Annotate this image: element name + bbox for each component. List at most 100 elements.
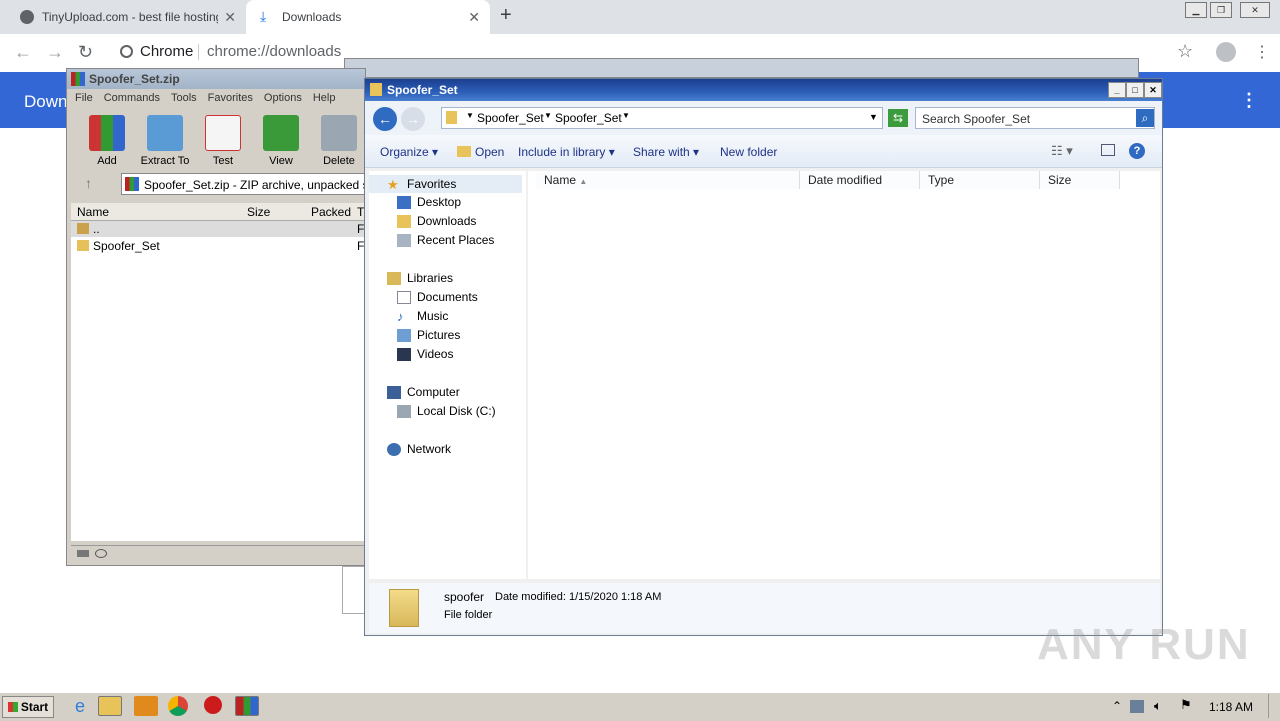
nav-local-disk[interactable]: Local Disk (C:) (397, 404, 496, 418)
address-field[interactable]: ▼ Spoofer_Set ▼ Spoofer_Set ▼ ▼ (441, 107, 883, 129)
nav-documents[interactable]: Documents (397, 290, 478, 304)
share-label: Share with (633, 145, 690, 159)
add-button[interactable]: Add (79, 115, 135, 167)
column-date-modified[interactable]: Date modified (800, 171, 920, 189)
include-in-library-button[interactable]: Include in library ▾ (518, 145, 615, 159)
column-name[interactable]: Name ▲ (536, 171, 800, 189)
refresh-icon[interactable]: ⇆ (888, 109, 908, 127)
chevron-down-icon[interactable]: ▼ (622, 111, 630, 120)
up-arrow-icon[interactable]: ↑ (85, 175, 92, 191)
back-icon[interactable]: ← (373, 107, 397, 131)
table-row[interactable]: Spoofer_Set F (71, 238, 365, 254)
network-icon (387, 442, 401, 456)
show-desktop-button[interactable] (1268, 694, 1279, 718)
tray-chevron-icon[interactable]: ⌃ (1112, 699, 1122, 713)
opera-icon[interactable] (204, 696, 222, 714)
nav-downloads[interactable]: Downloads (397, 214, 476, 228)
nav-music[interactable]: ♪ Music (397, 309, 448, 323)
winrar-icon[interactable] (235, 696, 259, 716)
minimize-button[interactable]: ▁ (1185, 2, 1207, 18)
trash-icon (321, 115, 357, 151)
breadcrumb-item[interactable]: Spoofer_Set (477, 111, 544, 125)
downloads-folder-icon (397, 214, 411, 228)
test-button[interactable]: Test (195, 115, 251, 167)
chrome-menu-icon[interactable]: ⋮ (1254, 42, 1270, 62)
media-player-icon[interactable] (134, 696, 158, 716)
menu-favorites[interactable]: Favorites (208, 92, 253, 104)
reload-icon[interactable]: ↻ (78, 42, 93, 63)
tab-tinyupload[interactable]: TinyUpload.com - best file hosting so ✕ (0, 0, 246, 34)
file-content-pane[interactable] (528, 171, 1160, 579)
new-folder-button[interactable]: New folder (720, 145, 777, 159)
volume-icon[interactable]: 🔈︎ (1154, 698, 1162, 714)
nav-libraries[interactable]: Libraries (387, 271, 453, 285)
nav-pictures[interactable]: Pictures (397, 328, 460, 342)
column-size[interactable]: Size (1040, 171, 1120, 189)
explorer-folder-icon[interactable] (98, 696, 122, 716)
nav-network[interactable]: Network (387, 442, 451, 456)
breadcrumb-item[interactable]: Spoofer_Set (555, 111, 622, 125)
start-button[interactable]: Start (2, 696, 54, 718)
nav-label: Documents (417, 290, 478, 304)
network-tray-icon[interactable] (1130, 700, 1144, 713)
open-button[interactable]: Open (457, 145, 504, 159)
nav-label: Music (417, 309, 449, 323)
new-folder-label: New folder (720, 145, 778, 159)
nav-recent-places[interactable]: Recent Places (397, 233, 494, 247)
forward-icon[interactable]: → (401, 107, 425, 131)
flag-icon[interactable]: ⚑ (1180, 697, 1192, 713)
share-with-button[interactable]: Share with ▾ (633, 145, 699, 159)
chrome-icon[interactable] (168, 696, 188, 716)
star-icon[interactable]: ☆ (1177, 41, 1193, 62)
chevron-down-icon[interactable]: ▼ (869, 112, 878, 122)
path-field[interactable]: Spoofer_Set.zip - ZIP archive, unpacked … (121, 173, 365, 195)
column-size[interactable]: Size (247, 205, 270, 219)
menu-options[interactable]: Options (264, 92, 302, 104)
ie-icon[interactable]: e (68, 696, 92, 716)
column-packed[interactable]: Packed (311, 205, 351, 219)
nav-computer[interactable]: Computer (387, 385, 460, 399)
avatar[interactable] (1216, 42, 1236, 62)
column-name[interactable]: Name (77, 205, 109, 219)
new-tab-button[interactable]: + (500, 4, 512, 27)
minimize-button[interactable]: _ (1108, 82, 1126, 98)
menu-commands[interactable]: Commands (104, 92, 160, 104)
file-list: Name Size Packed T .. F Spoofer_Set F (71, 203, 365, 541)
help-icon[interactable]: ? (1129, 143, 1145, 159)
nav-desktop[interactable]: Desktop (397, 195, 461, 209)
omnibox-scheme: Chrome (140, 43, 194, 60)
close-button[interactable]: ✕ (1144, 82, 1162, 98)
menu-help[interactable]: Help (313, 92, 336, 104)
search-icon[interactable]: ⌕ (1136, 109, 1154, 127)
winrar-title: Spoofer_Set.zip (89, 72, 180, 86)
menu-tools[interactable]: Tools (171, 92, 197, 104)
chevron-down-icon[interactable]: ▼ (544, 111, 552, 120)
close-tab-icon[interactable]: ✕ (468, 9, 480, 26)
preview-pane-icon[interactable] (1101, 144, 1115, 156)
extract-to-button[interactable]: Extract To (137, 115, 193, 167)
chevron-down-icon[interactable]: ▼ (466, 111, 474, 120)
menu-file[interactable]: File (75, 92, 93, 104)
search-input[interactable]: Search Spoofer_Set ⌕ (915, 107, 1155, 129)
column-type[interactable]: Type (920, 171, 1040, 189)
tab-downloads[interactable]: ⤓ Downloads ✕ (246, 0, 490, 34)
restore-button[interactable]: ❐ (1210, 2, 1232, 18)
nav-videos[interactable]: Videos (397, 347, 453, 361)
view-options-icon[interactable]: ☷ ▾ (1051, 143, 1073, 159)
close-tab-icon[interactable]: ✕ (224, 9, 236, 26)
back-icon[interactable]: ← (14, 42, 32, 63)
details-modified-label: Date modified: (495, 591, 566, 603)
organize-button[interactable]: Organize ▾ (380, 145, 438, 159)
open-label: Open (475, 145, 505, 159)
table-row[interactable]: .. F (71, 221, 365, 237)
nav-favorites[interactable]: ★ Favorites (369, 175, 522, 193)
clock[interactable]: 1:18 AM (1209, 700, 1253, 714)
explorer-title: Spoofer_Set (387, 83, 458, 97)
more-icon[interactable]: ⋮ (1240, 90, 1258, 111)
view-button[interactable]: View (253, 115, 309, 167)
column-label: Size (1048, 173, 1072, 187)
maximize-button[interactable]: □ (1126, 82, 1144, 98)
forward-icon[interactable]: → (46, 42, 64, 63)
close-button[interactable]: ✕ (1240, 2, 1270, 18)
delete-button[interactable]: Delete (311, 115, 367, 167)
